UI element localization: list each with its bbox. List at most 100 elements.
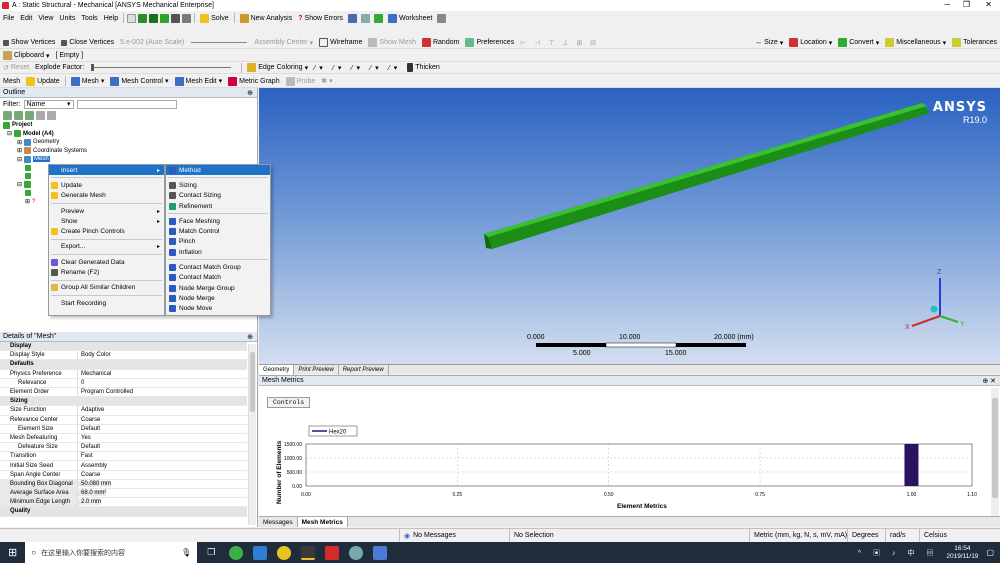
show-mesh-button[interactable]: Show Mesh (365, 37, 419, 49)
insert-item-contact-match[interactable]: Contact Match (166, 273, 270, 283)
taskbar-search-box[interactable]: ○ 在这里输入你要搜索的内容 🎙 (25, 542, 198, 563)
tree-item-model[interactable]: ⊟ Model (A4) (3, 130, 257, 139)
location-button[interactable]: Location ▾ (786, 37, 835, 49)
insert-item-node-move[interactable]: Node Move (166, 304, 270, 314)
show-vertices-button[interactable]: Show Vertices (0, 37, 58, 49)
details-row[interactable]: Mesh Defeaturing Yes (0, 433, 247, 444)
clipboard-button[interactable]: Clipboard ▾ (0, 50, 52, 62)
new-analysis-button[interactable]: New Analysis (237, 12, 296, 24)
context-item-group-all-similar-children[interactable]: Group All Similar Children (49, 283, 164, 293)
size-button[interactable]: ↔ Size ▾ (752, 37, 786, 49)
details-row[interactable]: Initial Size Seed Assembly (0, 461, 247, 471)
insert-item-inflation[interactable]: Inflation (166, 247, 270, 257)
details-category[interactable]: Quality (0, 507, 247, 517)
context-item-rename-f2[interactable]: Rename (F2) (49, 267, 164, 277)
view-icon[interactable] (374, 13, 384, 23)
sort-icon[interactable] (36, 111, 45, 120)
filter-search-input[interactable] (76, 99, 177, 109)
assembly-center-select[interactable]: Assembly Center ▾ (251, 37, 316, 49)
tree-icon[interactable] (25, 111, 34, 120)
controls-button[interactable]: Controls (267, 397, 311, 408)
insert-item-refinement[interactable]: Refinement (166, 201, 270, 211)
mesh-dropdown[interactable]: Mesh ▾ (68, 75, 108, 87)
details-value[interactable]: Fast (78, 453, 93, 459)
close-button[interactable]: ✕ (985, 0, 992, 9)
insert-item-node-merge-group[interactable]: Node Merge Group (166, 283, 270, 293)
restore-button[interactable]: ❐ (963, 0, 970, 9)
status-messages[interactable]: ◉ No Messages (400, 528, 510, 543)
zoom-box-icon[interactable] (348, 13, 358, 23)
tab-mesh-metrics[interactable]: Mesh Metrics (297, 517, 348, 527)
insert-item-node-merge[interactable]: Node Merge (166, 293, 270, 303)
pin-icon[interactable]: ⊕ (247, 333, 253, 341)
details-row[interactable]: Span Angle Center Coarse (0, 470, 247, 480)
pin-icon[interactable]: ⊕ (247, 89, 253, 97)
settings-dropdown[interactable]: ✱ ▾ (318, 75, 335, 87)
metric-graph-button[interactable]: Metric Graph (225, 75, 282, 87)
check-icon[interactable] (160, 13, 170, 23)
details-category[interactable]: Defaults (0, 360, 247, 370)
update-button[interactable]: Update (23, 75, 63, 87)
edge-tools[interactable]: ⁄▾ ⁄▾ ⁄▾ ⁄▾ ⁄▾ (311, 62, 404, 74)
filter-select[interactable]: Name ▾ (23, 99, 74, 109)
edge-coloring-button[interactable]: Edge Coloring ▾ (244, 62, 311, 74)
details-value[interactable]: 2.0 mm (78, 499, 102, 506)
notification-icon[interactable]: ▢ (986, 548, 994, 557)
open-icon[interactable] (138, 13, 148, 23)
model-view[interactable]: 0.000 10.000 20.000 (mm) 5.000 15.000 Z … (259, 88, 1000, 364)
tab-print-preview[interactable]: Print Preview (294, 364, 339, 375)
details-scrollbar[interactable] (248, 344, 256, 525)
taskbar-app-5-icon[interactable] (325, 545, 340, 560)
tree-item-project[interactable]: Project (3, 121, 257, 130)
taskbar-app-3-icon[interactable] (277, 545, 292, 560)
details-value[interactable]: Default (78, 444, 100, 450)
details-row[interactable]: Size Function Adaptive (0, 406, 247, 416)
tab-report-preview[interactable]: Report Preview (339, 364, 389, 375)
insert-item-match-control[interactable]: Match Control (166, 226, 270, 236)
details-row[interactable]: Average Surface Area 68.0 mm² (0, 489, 247, 499)
menu-help[interactable]: Help (101, 12, 121, 24)
pin-icon[interactable]: ⊕ ✕ (982, 377, 996, 385)
insert-item-face-meshing[interactable]: Face Meshing (166, 216, 270, 226)
context-item-preview[interactable]: Preview ▸ (49, 206, 164, 216)
tray-icons[interactable]: ^ ▣ ♪ 中 ▤ (858, 548, 939, 558)
details-row[interactable]: Relevance Center Coarse (0, 415, 247, 425)
save-icon[interactable] (149, 13, 159, 23)
taskbar-app-2-icon[interactable] (253, 545, 268, 560)
metrics-scrollbar[interactable] (991, 388, 999, 516)
details-category[interactable]: Sizing (0, 397, 247, 407)
menu-units[interactable]: Units (56, 12, 78, 24)
taskbar-app-1-icon[interactable] (229, 545, 244, 560)
details-value[interactable]: Mechanical (78, 371, 111, 377)
context-item-export[interactable]: Export... ▸ (49, 242, 164, 252)
show-errors-button[interactable]: ? Show Errors (295, 12, 346, 24)
collapse-icon[interactable] (14, 111, 23, 120)
details-row[interactable]: Transition Fast (0, 452, 247, 462)
windows-start-icon[interactable]: ⊞ (8, 546, 17, 559)
context-item-create-pinch-controls[interactable]: Create Pinch Controls (49, 226, 164, 236)
details-row[interactable]: Display Style Body Color (0, 351, 247, 361)
tree-item-geometry[interactable]: ⊞ Geometry (3, 138, 257, 147)
expand-icon[interactable] (3, 111, 12, 120)
context-item-clear-generated-data[interactable]: Clear Generated Data (49, 257, 164, 267)
grid-icon[interactable] (361, 13, 371, 23)
insert-item-pinch[interactable]: Pinch (166, 237, 270, 247)
random-button[interactable]: Random (419, 37, 462, 49)
taskbar-app-4-icon[interactable] (301, 545, 316, 560)
insert-item-sizing[interactable]: Sizing (166, 180, 270, 190)
menu-edit[interactable]: Edit (17, 12, 35, 24)
details-value[interactable]: Default (78, 426, 100, 432)
solve-button[interactable]: Solve (197, 12, 232, 24)
tolerances-button[interactable]: Tolerances (949, 37, 1000, 49)
autoscale-select[interactable]: 5.e-002 (Auto Scale) (117, 37, 187, 49)
insert-item-method[interactable]: Method (166, 165, 270, 176)
image-icon[interactable] (182, 13, 192, 23)
wireframe-button[interactable]: Wireframe (316, 37, 365, 49)
tree-item-mesh[interactable]: ⊟ Mesh (3, 155, 257, 164)
miscellaneous-button[interactable]: Miscellaneous ▾ (882, 37, 949, 49)
details-row[interactable]: Minimum Edge Length 2.0 mm (0, 498, 247, 508)
close-vertices-button[interactable]: Close Vertices (58, 37, 117, 49)
explode-slider[interactable] (91, 64, 232, 71)
reset-button[interactable]: ↺ Reset (0, 62, 32, 74)
details-row[interactable]: Relevance 0 (0, 378, 247, 388)
